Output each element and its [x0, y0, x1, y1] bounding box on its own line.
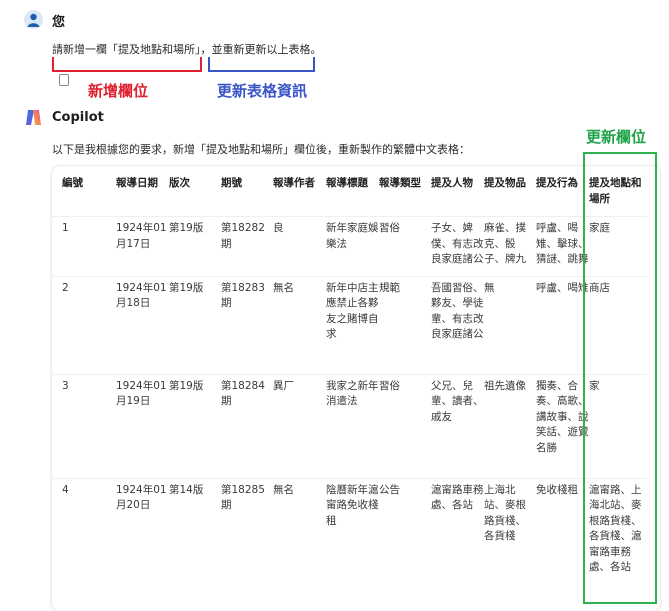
- result-table: 編號 報導日期 版次 期號 報導作者 報導標題 報導類型 提及人物 提及物品 提…: [52, 166, 647, 608]
- table-row: 1 1924年01月17日 第19版 第18282期 良 新年家庭娛樂法 習俗 …: [52, 216, 647, 277]
- table-cell: 祖先遺像: [484, 379, 526, 392]
- table-cell: 良: [273, 222, 284, 234]
- table-cell: 麻雀、撲克、骰子、牌九: [484, 222, 526, 265]
- header-edition: 版次: [169, 177, 190, 189]
- table-cell: 免收棧租: [536, 483, 578, 496]
- table-cell: 異厂: [273, 379, 294, 392]
- table-cell: 父兄、兒輩、讀者、戚友: [431, 379, 484, 423]
- table-cell: 1924年01月17日: [116, 222, 167, 250]
- user-name: 您: [52, 15, 66, 30]
- table-row: 4 1924年01月20日 第14版 第18285期 無名 陰曆新年滬甯路免收棧…: [52, 478, 647, 608]
- table-cell: 1924年01月19日: [116, 379, 167, 408]
- table-cell: 第19版: [169, 222, 204, 234]
- copilot-logo-icon: [24, 108, 43, 127]
- table-cell: 1924年01月20日: [116, 483, 167, 512]
- table-cell: 無名: [273, 483, 294, 496]
- table-cell: 無: [484, 281, 495, 294]
- table-cell: 第18284期: [221, 379, 265, 408]
- table-cell: 第19版: [169, 281, 204, 294]
- table-cell: 無名: [273, 281, 294, 294]
- new-column-annotation: 新增欄位: [88, 82, 149, 100]
- table-cell: 1924年01月18日: [116, 281, 167, 310]
- table-cell: 呼盧、喝雉: [536, 281, 589, 294]
- header-items: 提及物品: [484, 177, 526, 189]
- copilot-message: 以下是我根據您的要求，新增「提及地點和場所」欄位後，重新製作的繁體中文表格：: [52, 143, 470, 156]
- table-cell: 1: [62, 222, 69, 234]
- copilot-name: Copilot: [52, 110, 104, 125]
- table-row: 3 1924年01月19日 第19版 第18284期 異厂 我家之新年消遣法 習…: [52, 374, 647, 478]
- table-cell: 子女、婢僕、有志改良家庭諸公: [431, 222, 484, 265]
- copy-icon[interactable]: [59, 74, 69, 86]
- table-cell: 吾國習俗、夥友、學徒輩、有志改良家庭諸公: [431, 281, 484, 341]
- header-actions: 提及行為: [536, 177, 578, 189]
- header-id: 編號: [62, 177, 83, 189]
- header-author: 報導作者: [273, 177, 315, 189]
- table-cell: 第18283期: [221, 281, 265, 310]
- new-column-bracket: [52, 57, 202, 72]
- table-cell: 第18285期: [221, 483, 265, 512]
- updated-column-annotation: 更新欄位: [586, 128, 647, 146]
- user-message: 請新增一欄「提及地點和場所」，並重新更新以上表格。: [52, 43, 322, 56]
- table-cell: 獨奏、合奏、高歌、講故事、說笑話、遊覽名勝: [536, 379, 589, 454]
- table-cell: 第14版: [169, 483, 204, 496]
- table-cell: 滬甯路車務處、各站: [431, 483, 484, 512]
- update-table-bracket: [208, 57, 315, 72]
- table-header-row: 編號 報導日期 版次 期號 報導作者 報導標題 報導類型 提及人物 提及物品 提…: [52, 166, 647, 217]
- table-cell: 新年中店主應禁止各夥友之賭博自求: [326, 281, 379, 341]
- table-cell: 上海北站、麥根路貨棧、各貨棧: [484, 483, 526, 543]
- header-date: 報導日期: [116, 177, 158, 189]
- table-cell: 2: [62, 281, 69, 294]
- header-people: 提及人物: [431, 177, 473, 189]
- update-table-annotation: 更新表格資訊: [217, 82, 308, 100]
- header-type: 報導類型: [379, 177, 421, 189]
- table-cell: 習俗: [379, 379, 400, 392]
- table-cell: 習俗: [379, 222, 400, 234]
- table-cell: 新年家庭娛樂法: [326, 222, 379, 250]
- table-cell: 公告: [379, 483, 400, 496]
- header-issue: 期號: [221, 177, 242, 189]
- table-cell: 3: [62, 379, 69, 392]
- table-row: 2 1924年01月18日 第19版 第18283期 無名 新年中店主應禁止各夥…: [52, 276, 647, 374]
- table-cell: 呼盧、喝雉、擊球、猜謎、跳舞: [536, 222, 589, 265]
- user-icon: [27, 13, 40, 27]
- table-cell: 第19版: [169, 379, 204, 392]
- result-table-card: 編號 報導日期 版次 期號 報導作者 報導標題 報導類型 提及人物 提及物品 提…: [52, 166, 660, 611]
- user-avatar: [24, 10, 43, 29]
- table-cell: 我家之新年消遣法: [326, 379, 379, 408]
- table-cell: 陰曆新年滬甯路免收棧租: [326, 483, 379, 527]
- updated-column-highlight: [583, 152, 657, 604]
- header-title: 報導標題: [326, 177, 368, 189]
- table-cell: 4: [62, 483, 69, 496]
- table-cell: 第18282期: [221, 222, 265, 250]
- table-cell: 規範: [379, 281, 400, 294]
